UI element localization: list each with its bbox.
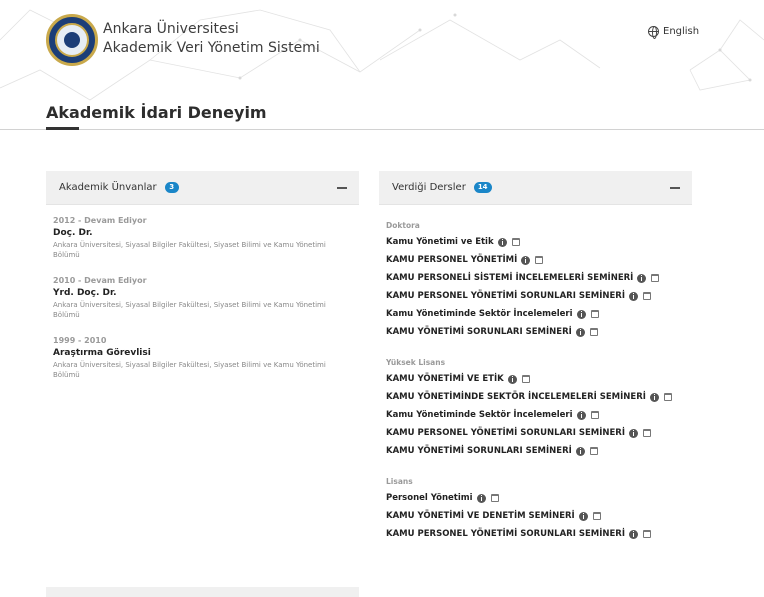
collapse-icon[interactable] [337, 187, 347, 189]
course-item: Personel Yönetimi [386, 489, 685, 507]
calendar-icon[interactable] [643, 530, 651, 538]
courses-label: Verdiği Dersler [392, 182, 466, 193]
course-item: KAMU PERSONEL YÖNETİMİ SORUNLARI SEMİNER… [386, 525, 685, 543]
info-icon[interactable] [575, 446, 585, 456]
course-item: KAMU YÖNETİMİ VE DENETİM SEMİNERİ [386, 507, 685, 525]
course-item: Kamu Yönetiminde Sektör İncelemeleri [386, 406, 685, 424]
calendar-icon[interactable] [521, 375, 530, 383]
course-name: Kamu Yönetimi ve Etik [386, 237, 494, 247]
info-icon[interactable] [497, 237, 507, 247]
title-institution: Ankara Üniversitesi, Siyasal Bilgiler Fa… [53, 301, 326, 319]
academic-titles-list: 2012 - Devam Ediyor Doç. Dr. Ankara Üniv… [46, 205, 359, 380]
calendar-icon[interactable] [589, 328, 598, 336]
course-name: KAMU PERSONEL YÖNETİMİ [386, 255, 518, 265]
course-name: KAMU YÖNETİMİ SORUNLARI SEMİNERİ [386, 327, 572, 337]
title-name: Araştırma Görevlisi [53, 348, 151, 358]
course-item: KAMU YÖNETİMİ SORUNLARI SEMİNERİ [386, 442, 685, 460]
course-item: KAMU PERSONELİ SİSTEMİ İNCELEMELERİ SEMİ… [386, 269, 685, 287]
course-item: KAMU PERSONEL YÖNETİMİ SORUNLARI SEMİNER… [386, 287, 685, 305]
course-group-lisans: Lisans Personel Yönetimi KAMU YÖNETİMİ V… [386, 477, 685, 543]
info-icon[interactable] [629, 291, 638, 301]
courses-header[interactable]: Verdiği Dersler 14 [379, 171, 692, 205]
info-icon[interactable] [637, 273, 647, 283]
university-name: Ankara Üniversitesi [103, 21, 239, 37]
collapse-icon[interactable] [670, 187, 680, 189]
title-name: Yrd. Doç. Dr. [53, 288, 117, 298]
calendar-icon[interactable] [535, 256, 544, 264]
info-icon[interactable] [578, 511, 588, 521]
course-name: KAMU YÖNETİMİNDE SEKTÖR İNCELEMELERİ SEM… [386, 392, 646, 402]
course-item: KAMU PERSONEL YÖNETİMİ [386, 251, 685, 269]
page-title: Akademik İdari Deneyim [46, 103, 267, 122]
system-name: Akademik Veri Yönetim Sistemi [103, 40, 320, 56]
course-group-doktora: Doktora Kamu Yönetimi ve Etik KAMU PERSO… [386, 221, 685, 341]
course-name: Personel Yönetimi [386, 493, 473, 503]
courses-panel: Verdiği Dersler 14 Doktora Kamu Yönetimi… [379, 171, 692, 560]
title-institution: Ankara Üniversitesi, Siyasal Bilgiler Fa… [53, 361, 326, 379]
course-name: KAMU YÖNETİMİ SORUNLARI SEMİNERİ [386, 446, 572, 456]
list-item: 2012 - Devam Ediyor Doç. Dr. Ankara Üniv… [53, 215, 352, 260]
course-name: KAMU PERSONELİ SİSTEMİ İNCELEMELERİ SEMİ… [386, 273, 634, 283]
calendar-icon[interactable] [663, 393, 672, 401]
course-item: Kamu Yönetimi ve Etik [386, 233, 685, 251]
calendar-icon[interactable] [590, 310, 599, 318]
course-name: Kamu Yönetiminde Sektör İncelemeleri [386, 309, 573, 319]
info-icon[interactable] [507, 374, 517, 384]
course-name: Kamu Yönetiminde Sektör İncelemeleri [386, 410, 573, 420]
course-name: KAMU YÖNETİMİ VE DENETİM SEMİNERİ [386, 511, 575, 521]
academic-titles-label: Akademik Ünvanlar [59, 182, 157, 193]
title-institution: Ankara Üniversitesi, Siyasal Bilgiler Fa… [53, 241, 326, 259]
course-group-label: Doktora [386, 221, 420, 230]
globe-icon [648, 26, 659, 39]
list-item: 1999 - 2010 Araştırma Görevlisi Ankara Ü… [53, 335, 352, 380]
info-icon[interactable] [476, 493, 486, 503]
course-group-label: Yüksek Lisans [386, 358, 446, 367]
course-item: KAMU YÖNETİMİ VE ETİK [386, 370, 685, 388]
calendar-icon[interactable] [592, 512, 601, 520]
title-date: 2010 - Devam Ediyor [53, 276, 147, 285]
calendar-icon[interactable] [643, 429, 651, 437]
academic-titles-count-badge: 3 [164, 182, 179, 193]
course-name: KAMU PERSONEL YÖNETİMİ SORUNLARI SEMİNER… [386, 529, 625, 539]
calendar-icon[interactable] [511, 238, 520, 246]
course-item: KAMU YÖNETİMİ SORUNLARI SEMİNERİ [386, 323, 685, 341]
info-icon[interactable] [629, 529, 638, 539]
language-switch[interactable]: English [648, 26, 700, 39]
next-panel-header [46, 587, 359, 597]
title-underline [46, 127, 79, 130]
title-name: Doç. Dr. [53, 228, 93, 238]
list-item: 2010 - Devam Ediyor Yrd. Doç. Dr. Ankara… [53, 275, 352, 320]
info-icon[interactable] [576, 410, 586, 420]
course-name: KAMU PERSONEL YÖNETİMİ SORUNLARI SEMİNER… [386, 291, 625, 301]
info-icon[interactable] [576, 309, 586, 319]
courses-list: Doktora Kamu Yönetimi ve Etik KAMU PERSO… [379, 205, 692, 543]
language-label: English [663, 26, 700, 37]
title-divider [0, 129, 764, 130]
site-header: Ankara Üniversitesi Akademik Veri Yöneti… [0, 0, 764, 80]
academic-titles-panel: Akademik Ünvanlar 3 2012 - Devam Ediyor … [46, 171, 359, 395]
title-date: 2012 - Devam Ediyor [53, 216, 147, 225]
calendar-icon[interactable] [490, 494, 499, 502]
course-name: KAMU PERSONEL YÖNETİMİ SORUNLARI SEMİNER… [386, 428, 625, 438]
academic-titles-header[interactable]: Akademik Ünvanlar 3 [46, 171, 359, 205]
course-name: KAMU YÖNETİMİ VE ETİK [386, 374, 504, 384]
course-item: KAMU PERSONEL YÖNETİMİ SORUNLARI SEMİNER… [386, 424, 685, 442]
course-item: KAMU YÖNETİMİNDE SEKTÖR İNCELEMELERİ SEM… [386, 388, 685, 406]
title-date: 1999 - 2010 [53, 336, 107, 345]
course-group-label: Lisans [386, 477, 413, 486]
calendar-icon[interactable] [589, 447, 598, 455]
calendar-icon[interactable] [643, 292, 651, 300]
info-icon[interactable] [629, 428, 638, 438]
info-icon[interactable] [649, 392, 659, 402]
info-icon[interactable] [521, 255, 531, 265]
calendar-icon[interactable] [590, 411, 599, 419]
info-icon[interactable] [575, 327, 585, 337]
courses-count-badge: 14 [473, 182, 492, 193]
calendar-icon[interactable] [651, 274, 660, 282]
site-title[interactable]: Ankara Üniversitesi Akademik Veri Yöneti… [103, 20, 320, 58]
university-seal-icon[interactable] [46, 14, 98, 66]
course-group-yuksek-lisans: Yüksek Lisans KAMU YÖNETİMİ VE ETİK KAMU… [386, 358, 685, 460]
course-item: Kamu Yönetiminde Sektör İncelemeleri [386, 305, 685, 323]
